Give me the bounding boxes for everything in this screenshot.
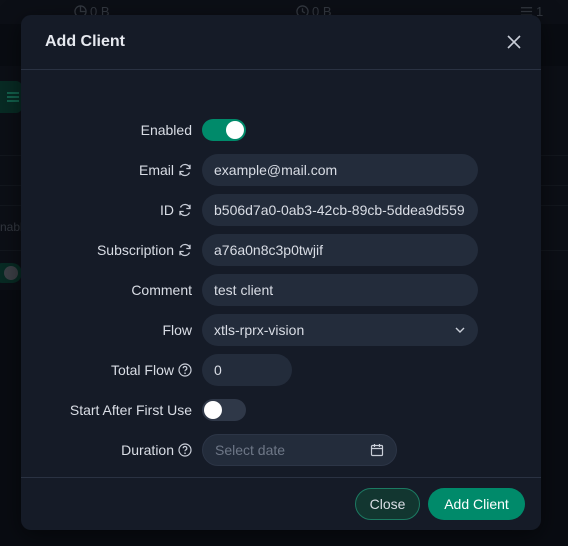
duration-row: Duration Select date [21, 434, 541, 466]
flow-label: Flow [162, 322, 192, 338]
comment-row: Comment test client [21, 274, 541, 306]
email-row: Email example@mail.com [21, 154, 541, 186]
id-input[interactable]: b506d7a0-0ab3-42cb-89cb-5ddea9d559 [202, 194, 478, 226]
enabled-row: Enabled [21, 114, 541, 146]
start-after-first-use-toggle[interactable] [202, 399, 246, 421]
subscription-label: Subscription [97, 234, 192, 266]
modal-title: Add Client [45, 33, 125, 50]
total-flow-label: Total Flow [111, 354, 192, 386]
add-client-button[interactable]: Add Client [428, 488, 525, 520]
email-label: Email [139, 154, 192, 186]
close-button[interactable]: Close [355, 488, 420, 520]
subscription-row: Subscription a76a0n8c3p0twjif [21, 234, 541, 266]
flow-select[interactable]: xtls-rprx-vision [202, 314, 478, 346]
duration-date-picker[interactable]: Select date [202, 434, 397, 466]
refresh-icon[interactable] [178, 163, 192, 177]
start-after-first-use-row: Start After First Use [21, 394, 541, 426]
question-icon[interactable] [178, 443, 192, 457]
add-client-modal: Add Client Enabled Email example@mail.co… [21, 15, 541, 530]
start-after-first-use-label: Start After First Use [69, 402, 192, 418]
refresh-icon[interactable] [178, 203, 192, 217]
comment-label: Comment [131, 282, 192, 298]
close-icon[interactable] [505, 33, 523, 51]
total-flow-input[interactable]: 0 [202, 354, 292, 386]
flow-row: Flow xtls-rprx-vision [21, 314, 541, 346]
question-icon[interactable] [178, 363, 192, 377]
enabled-label: Enabled [140, 122, 192, 138]
comment-input[interactable]: test client [202, 274, 478, 306]
flow-selected-value: xtls-rprx-vision [214, 322, 305, 338]
enabled-toggle[interactable] [202, 119, 246, 141]
modal-header: Add Client [21, 15, 541, 70]
email-input[interactable]: example@mail.com [202, 154, 478, 186]
subscription-input[interactable]: a76a0n8c3p0twjif [202, 234, 478, 266]
date-placeholder: Select date [215, 442, 286, 458]
id-row: ID b506d7a0-0ab3-42cb-89cb-5ddea9d559 [21, 194, 541, 226]
chevron-down-icon [454, 324, 466, 336]
calendar-icon [370, 443, 384, 457]
modal-footer: Close Add Client [21, 477, 541, 530]
refresh-icon[interactable] [178, 243, 192, 257]
total-flow-row: Total Flow 0 [21, 354, 541, 386]
duration-label: Duration [121, 434, 192, 466]
id-label: ID [160, 194, 192, 226]
